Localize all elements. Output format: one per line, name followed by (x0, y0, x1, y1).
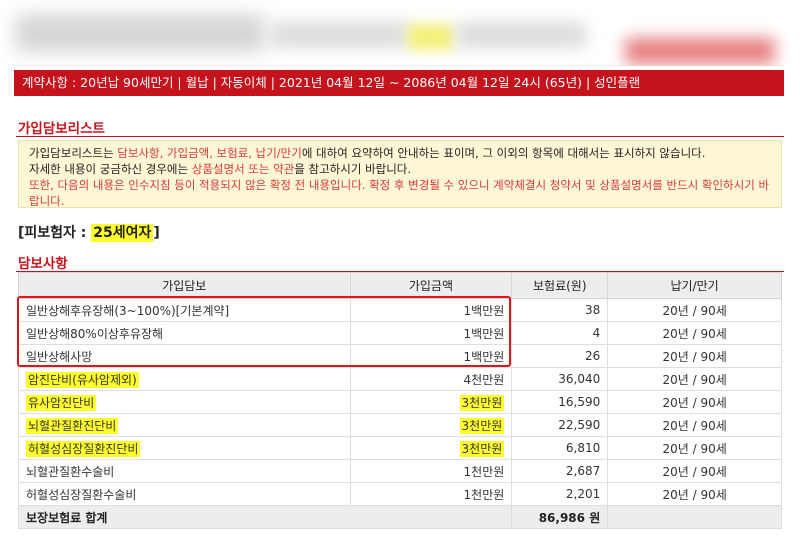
table-row: 일반상해후유장해(3~100%)[기본계약] 1백만원 38 20년 / 90세 (18, 298, 782, 322)
table-row: 뇌혈관질환진단비 3천만원 22,590 20년 / 90세 (18, 413, 782, 437)
coverage-premium: 2,201 (511, 482, 609, 506)
coverage-term: 20년 / 90세 (607, 413, 782, 437)
coverage-name: 일반상해80%이상후유장해 (18, 321, 351, 345)
coverage-amount: 1천만원 (349, 459, 513, 483)
coverage-name: 뇌혈관질환수술비 (18, 459, 351, 483)
info-line-1: 가입담보리스트는 담보사항, 가입금액, 보험료, 납기/만기에 대하여 요약하… (29, 146, 706, 160)
info-line-3: 또한, 다음의 내용은 인수지침 등이 적용되지 않은 확정 전 내용입니다. … (29, 178, 770, 208)
coverage-amount: 3천만원 (349, 436, 513, 460)
coverage-title: 담보사항 (18, 256, 68, 272)
coverage-name: 뇌혈관질환진단비 (18, 413, 351, 437)
coverage-name: 일반상해사망 (18, 344, 351, 368)
table-row: 일반상해사망 1백만원 26 20년 / 90세 (18, 344, 782, 368)
coverage-amount: 1백만원 (349, 298, 513, 322)
coverage-term: 20년 / 90세 (607, 459, 782, 483)
table-row: 암진단비(유사암제외) 4천만원 36,040 20년 / 90세 (18, 367, 782, 391)
coverage-premium: 22,590 (511, 413, 609, 437)
coverage-premium: 26 (511, 344, 609, 368)
total-row: 보장보험료 합계 86,986 원 (17, 505, 782, 529)
coverage-term: 20년 / 90세 (607, 298, 782, 322)
coverage-list-title: 가입담보리스트 (18, 121, 105, 137)
coverage-amount: 1천만원 (349, 482, 513, 506)
total-value: 86,986 원 (511, 505, 609, 529)
coverage-premium: 2,687 (511, 459, 609, 483)
blurred-header (0, 0, 800, 66)
header-premium: 보험료(원) (511, 272, 609, 299)
header-coverage: 가입담보 (18, 272, 351, 299)
coverage-table: 가입담보 가입금액 보험료(원) 납기/만기 일반상해후유장해(3~100%)[… (17, 272, 782, 529)
total-label: 보장보험료 합계 (17, 505, 513, 529)
coverage-premium: 4 (511, 321, 609, 345)
table-row: 뇌혈관질환수술비 1천만원 2,687 20년 / 90세 (18, 459, 782, 483)
coverage-term: 20년 / 90세 (607, 321, 782, 345)
table-row: 유사암진단비 3천만원 16,590 20년 / 90세 (18, 390, 782, 414)
coverage-amount: 3천만원 (349, 390, 513, 414)
coverage-amount: 4천만원 (349, 367, 513, 391)
coverage-term: 20년 / 90세 (607, 390, 782, 414)
table-header-row: 가입담보 가입금액 보험료(원) 납기/만기 (18, 272, 782, 299)
coverage-name: 유사암진단비 (18, 390, 351, 414)
coverage-premium: 38 (511, 298, 609, 322)
coverage-name: 암진단비(유사암제외) (18, 367, 351, 391)
table-row: 허혈성심장질환수술비 1천만원 2,201 20년 / 90세 (18, 482, 782, 506)
total-empty-cell (607, 505, 782, 529)
insured-person-label: [피보험자 : 25세여자] (18, 224, 160, 242)
header-term: 납기/만기 (607, 272, 782, 299)
header-amount: 가입금액 (349, 272, 513, 299)
coverage-name: 허혈성심장질환수술비 (18, 482, 351, 506)
coverage-premium: 36,040 (511, 367, 609, 391)
insured-value: 25세여자 (91, 224, 154, 242)
coverage-amount: 1백만원 (349, 321, 513, 345)
coverage-term: 20년 / 90세 (607, 482, 782, 506)
contract-summary-bar: 계약사항 : 20년납 90세만기 | 월납 | 자동이체 | 2021년 04… (14, 70, 784, 96)
info-notice-box: 가입담보리스트는 담보사항, 가입금액, 보험료, 납기/만기에 대하여 요약하… (18, 140, 782, 208)
table-row: 허혈성심장질환진단비 3천만원 6,810 20년 / 90세 (18, 436, 782, 460)
coverage-name: 허혈성심장질환진단비 (18, 436, 351, 460)
coverage-amount: 3천만원 (349, 413, 513, 437)
coverage-amount: 1백만원 (349, 344, 513, 368)
coverage-term: 20년 / 90세 (607, 344, 782, 368)
coverage-premium: 16,590 (511, 390, 609, 414)
info-line-2: 자세한 내용이 궁금하신 경우에는 상품설명서 또는 약관을 참고하시기 바랍니… (29, 162, 412, 176)
section-divider (16, 136, 784, 137)
coverage-premium: 6,810 (511, 436, 609, 460)
table-row: 일반상해80%이상후유장해 1백만원 4 20년 / 90세 (18, 321, 782, 345)
coverage-name: 일반상해후유장해(3~100%)[기본계약] (18, 298, 351, 322)
coverage-term: 20년 / 90세 (607, 367, 782, 391)
coverage-term: 20년 / 90세 (607, 436, 782, 460)
